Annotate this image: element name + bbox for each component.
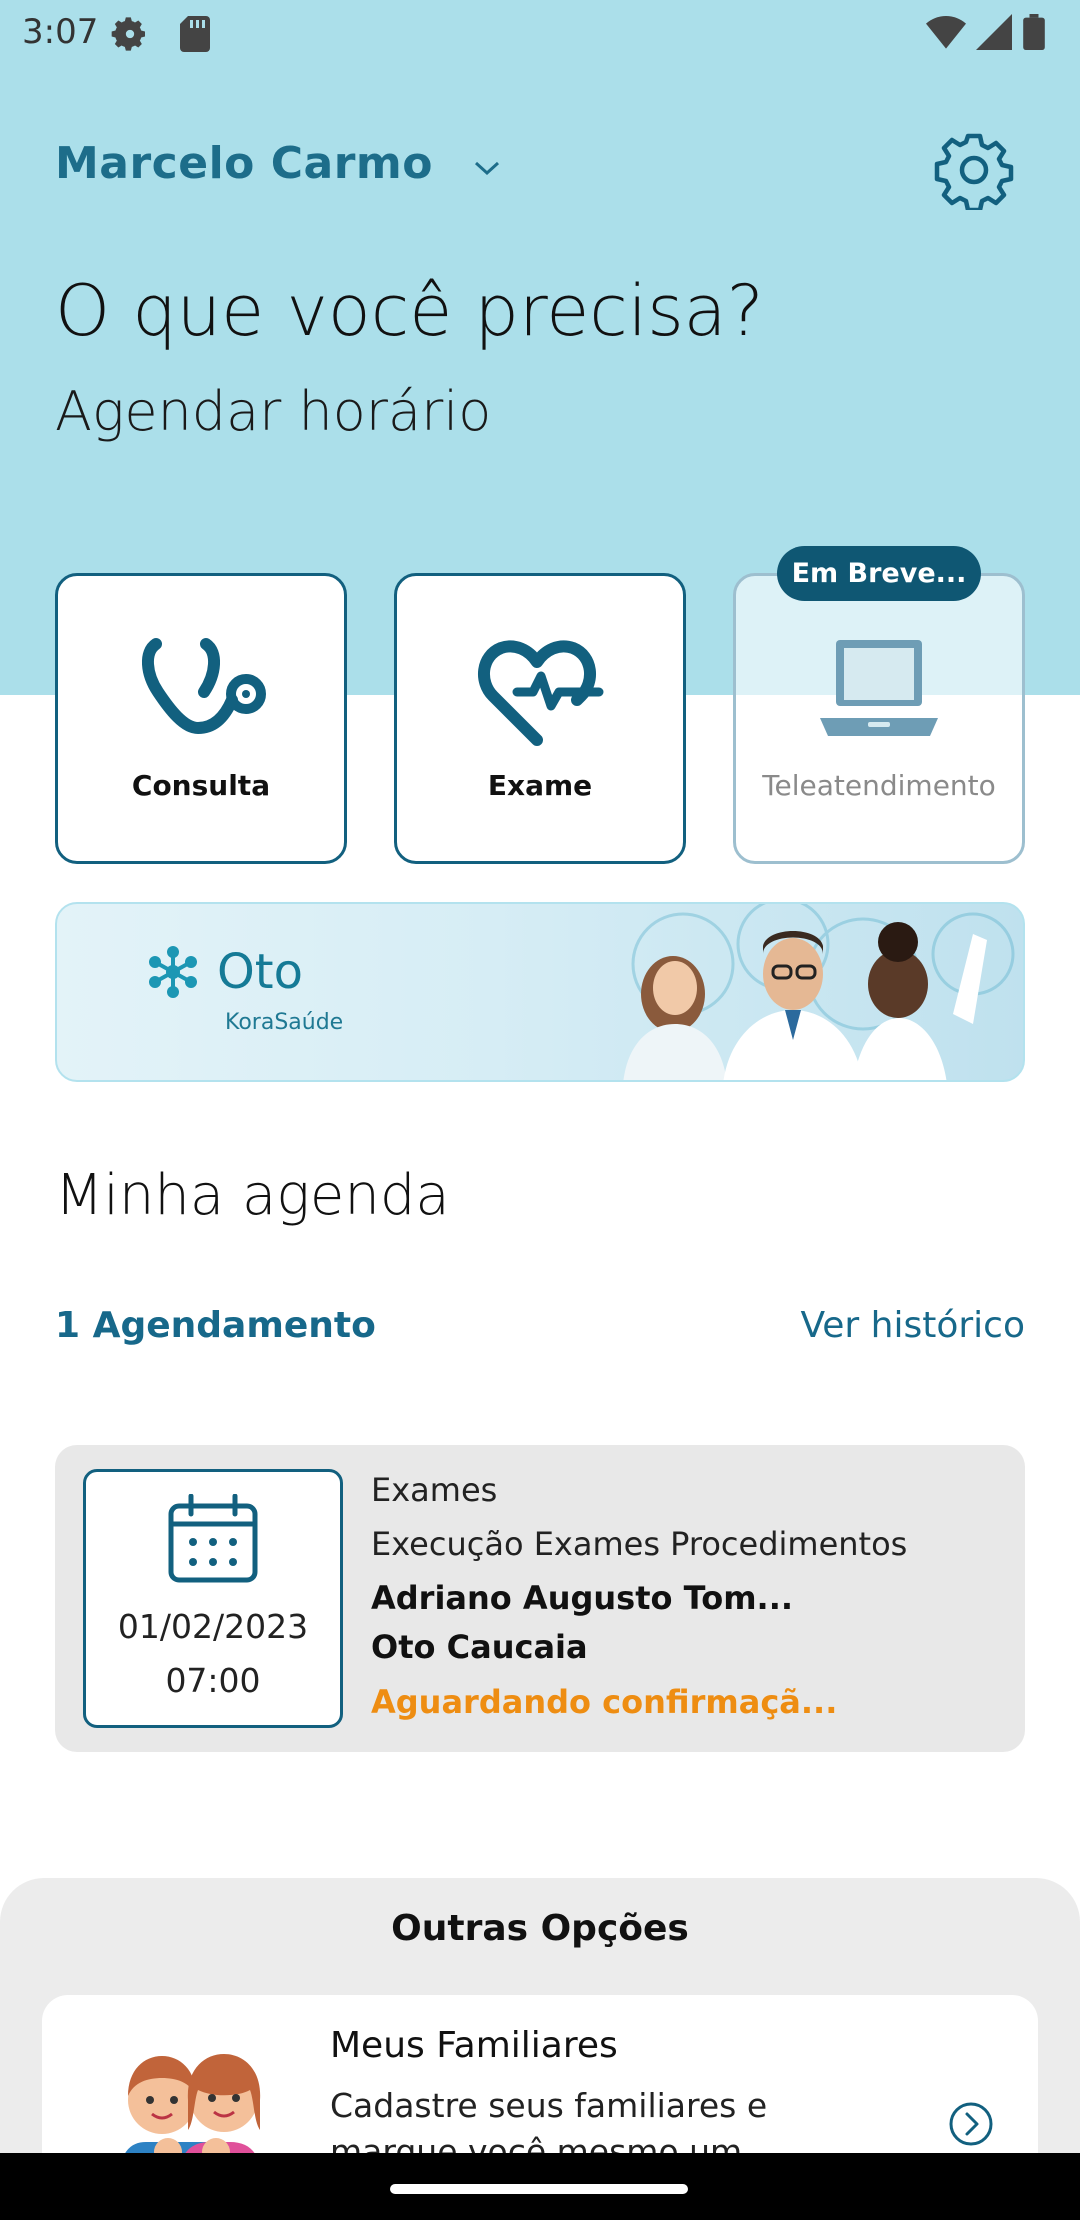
- section-title-agenda: Minha agenda: [55, 1163, 450, 1228]
- appointment-time: 07:00: [165, 1661, 261, 1700]
- appointment-status: Aguardando confirmaçã...: [371, 1683, 838, 1721]
- service-card-teleatendimento: Teleatendimento: [733, 573, 1025, 864]
- settings-button[interactable]: [934, 130, 1014, 213]
- chevron-down-icon: [473, 159, 501, 181]
- user-selector[interactable]: Marcelo Carmo: [55, 138, 501, 189]
- heartbeat-icon: [397, 634, 683, 749]
- wifi-icon: [926, 15, 966, 53]
- other-options-title: Outras Opções: [391, 1908, 689, 1949]
- appointment-details: Exames Execução Exames Procedimentos Adr…: [371, 1471, 1011, 1721]
- service-card-consulta[interactable]: Consulta: [55, 573, 347, 864]
- family-card-title: Meus Familiares: [330, 2025, 618, 2066]
- user-name: Marcelo Carmo: [55, 138, 433, 189]
- stethoscope-icon: [58, 634, 344, 749]
- snowflake-logo-icon: [149, 946, 197, 998]
- calendar-icon: [86, 1494, 340, 1584]
- appointment-count: 1 Agendamento: [55, 1305, 376, 1346]
- page-subtitle: Agendar horário: [55, 380, 492, 443]
- appointment-card[interactable]: 01/02/2023 07:00 Exames Execução Exames …: [55, 1445, 1025, 1752]
- chevron-right-circle-icon: [948, 2101, 994, 2151]
- battery-icon: [1022, 14, 1046, 54]
- page-title: O que você precisa?: [55, 270, 764, 352]
- appointment-location: Oto Caucaia: [371, 1628, 588, 1666]
- signal-icon: [976, 14, 1012, 54]
- doctors-photo: [623, 904, 1015, 1080]
- view-history-link[interactable]: Ver histórico: [800, 1305, 1025, 1346]
- appointment-date-box: 01/02/2023 07:00: [83, 1469, 343, 1728]
- banner-sub-brand: KoraSaúde: [225, 1010, 344, 1035]
- other-options-panel: Outras Opções Meus Familiares Cadastre s…: [0, 1878, 1080, 2220]
- home-gesture-handle[interactable]: [390, 2184, 688, 2194]
- status-bar: 3:07: [0, 0, 1080, 66]
- appointment-professional: Adriano Augusto Tom...: [371, 1579, 793, 1617]
- settings-gear-icon: [110, 14, 150, 58]
- sd-card-icon: [180, 16, 210, 56]
- promo-banner[interactable]: Oto KoraSaúde: [55, 902, 1025, 1082]
- appointment-category: Exames: [371, 1471, 498, 1509]
- service-label: Teleatendimento: [762, 769, 996, 802]
- service-card-exame[interactable]: Exame: [394, 573, 686, 864]
- service-label: Exame: [487, 769, 593, 802]
- laptop-icon: [736, 634, 1022, 744]
- coming-soon-badge: Em Breve...: [777, 546, 981, 601]
- status-time: 3:07: [22, 12, 99, 52]
- brand-logo: Oto: [147, 944, 303, 1000]
- banner-brand: Oto: [217, 944, 303, 1000]
- system-navigation-bar: [0, 2153, 1080, 2220]
- gear-icon: [934, 133, 1014, 214]
- appointment-date: 01/02/2023: [117, 1607, 309, 1646]
- service-label: Consulta: [131, 769, 271, 802]
- appointment-procedure: Execução Exames Procedimentos: [371, 1525, 908, 1563]
- family-illustration-icon: [122, 2054, 261, 2160]
